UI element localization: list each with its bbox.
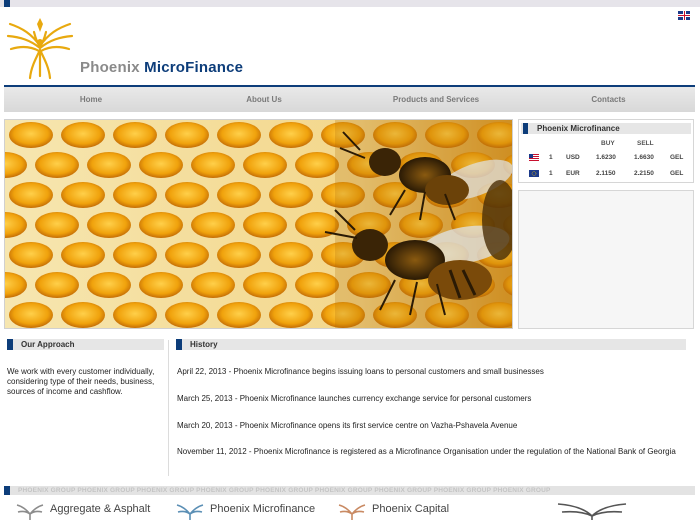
sell-header: SELL bbox=[637, 140, 654, 147]
nav-item-about-us[interactable]: About Us bbox=[178, 95, 350, 104]
capital-logo-icon[interactable] bbox=[338, 502, 366, 520]
rate-amount: 1 bbox=[549, 154, 553, 161]
approach-title: Our Approach bbox=[21, 340, 75, 349]
nav-item-products-and-services[interactable]: Products and Services bbox=[350, 95, 522, 104]
eu-flag-icon bbox=[529, 170, 539, 177]
phoenix-logo-icon[interactable] bbox=[4, 10, 76, 82]
microfinance-logo-icon[interactable] bbox=[176, 502, 204, 520]
history-item: April 22, 2013 - Phoenix Microfinance be… bbox=[177, 367, 544, 376]
page: Phoenix MicroFinance Home About Us Produ… bbox=[0, 0, 700, 520]
rate-sell: 1.6630 bbox=[634, 154, 654, 161]
uk-flag-icon[interactable] bbox=[678, 11, 690, 20]
rate-currency: USD bbox=[566, 154, 580, 161]
rates-title: Phoenix Microfinance bbox=[537, 124, 620, 133]
rate-buy: 2.1150 bbox=[596, 170, 616, 177]
rate-buy: 1.6230 bbox=[596, 154, 616, 161]
main-nav: Home About Us Products and Services Cont… bbox=[4, 85, 695, 112]
history-title: History bbox=[190, 340, 218, 349]
rates-title-bar: Phoenix Microfinance bbox=[521, 123, 691, 134]
history-item: March 25, 2013 - Phoenix Microfinance la… bbox=[177, 394, 532, 403]
exchange-rates-widget: Phoenix Microfinance BUY SELL 1 USD 1.62… bbox=[518, 119, 694, 183]
rate-target: GEL bbox=[670, 154, 684, 161]
approach-text: We work with every customer individually… bbox=[7, 367, 155, 396]
hero-banner bbox=[4, 119, 513, 329]
honeycomb-bees-image bbox=[5, 120, 512, 328]
partner-phoenix-capital[interactable]: Phoenix Capital bbox=[372, 503, 449, 515]
column-divider bbox=[168, 340, 169, 476]
history-item: March 20, 2013 - Phoenix Microfinance op… bbox=[177, 421, 518, 430]
phoenix-group-logo-icon[interactable] bbox=[556, 502, 628, 520]
approach-title-bar: Our Approach bbox=[7, 339, 164, 350]
rate-sell: 2.2150 bbox=[634, 170, 654, 177]
rate-currency: EUR bbox=[566, 170, 580, 177]
rate-amount: 1 bbox=[549, 170, 553, 177]
nav-item-contacts[interactable]: Contacts bbox=[522, 95, 695, 104]
group-strip-text: PHOENIX GROUP PHOENIX GROUP PHOENIX GROU… bbox=[18, 487, 551, 494]
brand-name-part2: MicroFinance bbox=[144, 59, 244, 76]
brand-title[interactable]: Phoenix MicroFinance bbox=[80, 59, 243, 76]
partner-aggregate-asphalt[interactable]: Aggregate & Asphalt bbox=[50, 503, 150, 515]
group-strip: PHOENIX GROUP PHOENIX GROUP PHOENIX GROU… bbox=[4, 486, 695, 495]
brand-name-part1: Phoenix bbox=[80, 59, 140, 76]
rate-target: GEL bbox=[670, 170, 684, 177]
us-flag-icon bbox=[529, 154, 539, 161]
buy-header: BUY bbox=[601, 140, 615, 147]
side-panel bbox=[518, 190, 694, 329]
top-bar bbox=[0, 0, 700, 7]
history-title-bar: History bbox=[176, 339, 686, 350]
nav-item-home[interactable]: Home bbox=[4, 95, 178, 104]
partner-phoenix-microfinance[interactable]: Phoenix Microfinance bbox=[210, 503, 315, 515]
aggregate-logo-icon[interactable] bbox=[16, 502, 44, 520]
history-item: November 11, 2012 - Phoenix Microfinance… bbox=[177, 447, 676, 456]
